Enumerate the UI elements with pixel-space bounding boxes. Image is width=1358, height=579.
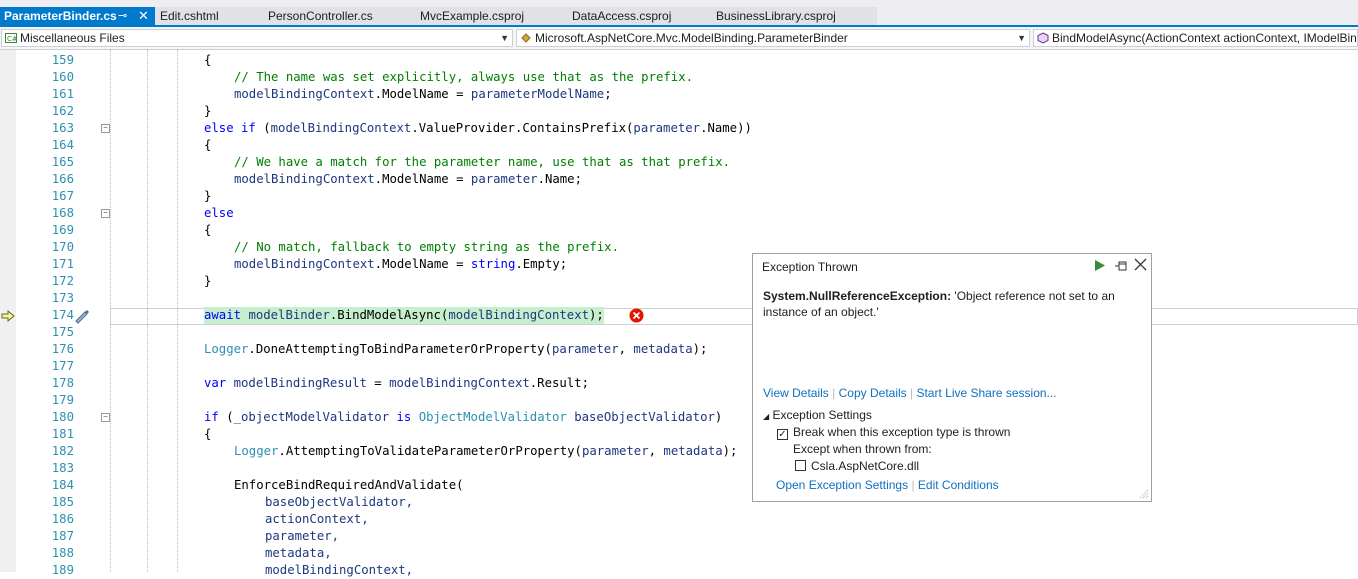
tab-mvcexample[interactable]: MvcExample.csproj	[420, 7, 524, 25]
pin-icon[interactable]	[1114, 260, 1128, 272]
collapse-toggle[interactable]: −	[101, 413, 110, 422]
exception-type: System.NullReferenceException:	[763, 289, 952, 303]
tab-label: PersonController.cs	[268, 9, 373, 23]
tab-businesslibrary[interactable]: BusinessLibrary.csproj	[716, 7, 836, 25]
resize-grip-icon[interactable]	[1139, 489, 1149, 499]
close-icon[interactable]	[1134, 258, 1147, 271]
document-tab-bar: ParameterBinder.cs ⊸ ✕ Edit.cshtml Perso…	[0, 0, 1358, 27]
collapse-toggle[interactable]: −	[101, 209, 110, 218]
continue-icon[interactable]	[1094, 259, 1106, 272]
code-text: Logger.AttemptingToValidateParameterOrPr…	[234, 444, 738, 458]
code-text: {	[204, 427, 212, 441]
pin-icon[interactable]: ⊸	[118, 7, 127, 25]
code-comment: // The name was set explicitly, always u…	[234, 70, 694, 84]
module-label: Csla.AspNetCore.dll	[811, 459, 920, 473]
project-label: Miscellaneous Files	[20, 31, 125, 45]
code-text: else	[204, 206, 234, 220]
edit-conditions-link[interactable]: Edit Conditions	[918, 478, 999, 492]
code-text: modelBindingContext.ModelName = paramete…	[234, 87, 612, 101]
code-text: EnforceBindRequiredAndValidate(	[234, 478, 464, 492]
code-text: modelBindingContext,	[265, 563, 414, 577]
module-checkbox[interactable]: Csla.AspNetCore.dll	[795, 459, 919, 473]
code-text: modelBindingContext.ModelName = string.E…	[234, 257, 568, 271]
checkmark-icon: ✓	[777, 429, 788, 440]
code-text: modelBindingContext.ModelName = paramete…	[234, 172, 582, 186]
code-text: else if (modelBindingContext.ValueProvid…	[204, 121, 752, 135]
navigation-bar: C# Miscellaneous Files ▼ Microsoft.AspNet…	[0, 27, 1358, 50]
code-editor[interactable]: 159 160 161 162 163 164 165 166 167 168 169 170 171 1…	[0, 50, 1358, 577]
tab-label: Edit.cshtml	[160, 9, 219, 23]
settings-header-label: Exception Settings	[772, 408, 872, 422]
svg-text:C#: C#	[7, 35, 17, 43]
csharp-project-icon: C#	[5, 33, 17, 43]
error-icon	[629, 308, 644, 323]
member-label: BindModelAsync(ActionContext actionConte…	[1052, 31, 1358, 45]
exception-message: System.NullReferenceException: 'Object r…	[763, 288, 1133, 320]
code-comment: // No match, fallback to empty string as…	[234, 240, 619, 254]
tab-parameterbinder[interactable]: ParameterBinder.cs ⊸ ✕	[0, 7, 155, 25]
copy-details-link[interactable]: Copy Details	[839, 386, 907, 400]
project-dropdown[interactable]: C# Miscellaneous Files ▼	[1, 29, 513, 47]
code-text: var modelBindingResult = modelBindingCon…	[204, 376, 590, 390]
edit-and-continue-icon	[75, 310, 89, 324]
collapse-triangle-icon: ◢	[763, 412, 770, 421]
close-icon[interactable]: ✕	[138, 7, 149, 25]
tab-label: DataAccess.csproj	[572, 9, 672, 23]
line-number: 179	[51, 393, 74, 407]
current-statement: await modelBinder.BindModelAsync(modelBi…	[204, 307, 604, 324]
detail-links: View Details | Copy Details | Start Live…	[763, 386, 1057, 400]
tab-personcontroller[interactable]: PersonController.cs	[268, 7, 373, 25]
separator: |	[910, 386, 914, 400]
collapse-toggle[interactable]: −	[101, 124, 110, 133]
line-number: 175	[51, 325, 74, 339]
chevron-down-icon: ▼	[500, 33, 509, 43]
tab-edit-cshtml[interactable]: Edit.cshtml	[160, 7, 219, 25]
line-number: 183	[51, 461, 74, 475]
code-text: baseObjectValidator,	[265, 495, 414, 509]
line-number: 177	[51, 359, 74, 373]
except-when-label: Except when thrown from:	[793, 442, 932, 456]
tab-label: ParameterBinder.cs	[4, 9, 117, 23]
method-icon	[1037, 32, 1049, 44]
checkbox-icon	[795, 460, 806, 471]
code-text: }	[204, 274, 212, 288]
type-dropdown[interactable]: Microsoft.AspNetCore.Mvc.ModelBinding.Pa…	[516, 29, 1030, 47]
code-text: metadata,	[265, 546, 332, 560]
view-details-link[interactable]: View Details	[763, 386, 829, 400]
break-when-checkbox[interactable]: ✓ Break when this exception type is throw…	[777, 425, 1010, 440]
exception-helper-popup: Exception Thrown System.NullReferenceExc…	[752, 253, 1152, 502]
code-text: {	[204, 53, 212, 67]
code-comment: // We have a match for the parameter nam…	[234, 155, 731, 169]
tab-label: MvcExample.csproj	[420, 9, 525, 23]
exception-title: Exception Thrown	[762, 260, 858, 274]
execution-pointer-icon[interactable]	[1, 310, 15, 322]
exception-settings-header[interactable]: ◢ Exception Settings	[763, 408, 872, 422]
class-icon	[521, 33, 531, 43]
member-dropdown[interactable]: BindModelAsync(ActionContext actionConte…	[1033, 29, 1358, 47]
type-label: Microsoft.AspNetCore.Mvc.ModelBinding.Pa…	[535, 31, 848, 45]
code-text: actionContext,	[265, 512, 369, 526]
settings-links: Open Exception Settings | Edit Condition…	[776, 478, 999, 492]
tab-label: BusinessLibrary.csproj	[716, 9, 836, 23]
code-text: if (_objectModelValidator is ObjectModel…	[204, 410, 723, 424]
tab-dataaccess[interactable]: DataAccess.csproj	[572, 7, 671, 25]
code-text: {	[204, 223, 212, 237]
code-text: Logger.DoneAttemptingToBindParameterOrPr…	[204, 342, 708, 356]
separator: |	[832, 386, 836, 400]
break-when-label: Break when this exception type is thrown	[793, 425, 1011, 439]
code-text: parameter,	[265, 529, 340, 543]
line-number: 173	[51, 291, 74, 305]
code-text: {	[204, 138, 212, 152]
live-share-link[interactable]: Start Live Share session...	[916, 386, 1056, 400]
code-text: }	[204, 104, 212, 118]
separator: |	[911, 478, 915, 492]
chevron-down-icon: ▼	[1017, 33, 1026, 43]
code-text: }	[204, 189, 212, 203]
open-exception-settings-link[interactable]: Open Exception Settings	[776, 478, 908, 492]
